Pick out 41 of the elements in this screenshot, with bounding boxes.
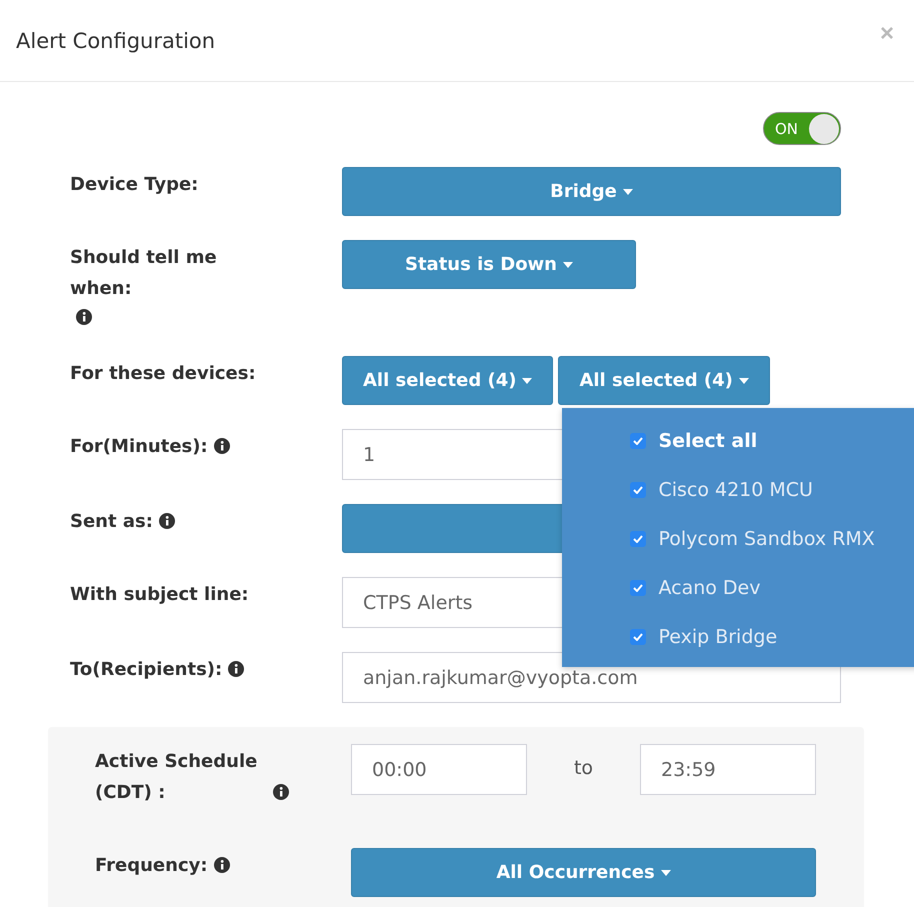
time-field[interactable]: 00:00 xyxy=(351,744,527,795)
info-icon xyxy=(273,784,289,800)
caret-icon xyxy=(563,262,573,268)
dropdown-button[interactable]: Status is Down xyxy=(342,240,636,289)
field-label: To(Recipients): xyxy=(70,659,222,680)
caret-icon xyxy=(522,378,532,384)
dialog-title: Alert Configuration xyxy=(16,28,216,52)
caret-icon xyxy=(660,870,671,876)
dropdown-button[interactable]: All selected (4) xyxy=(558,356,770,405)
menu-item[interactable]: Acano Dev xyxy=(562,563,914,612)
field-label: Device Type: xyxy=(70,174,198,195)
checkbox[interactable] xyxy=(630,432,646,448)
check-icon xyxy=(633,534,644,542)
range-separator: to xyxy=(572,756,594,778)
field-label: With subject line: xyxy=(70,584,249,605)
check-icon xyxy=(633,486,644,494)
close-button[interactable]: × xyxy=(880,20,894,48)
checkbox[interactable] xyxy=(630,580,646,596)
dropdown-button[interactable]: Bridge xyxy=(342,167,841,216)
check-icon xyxy=(633,436,644,444)
caret-icon xyxy=(622,188,633,194)
checkbox[interactable] xyxy=(630,530,646,546)
dropdown-button[interactable]: All Occurrences xyxy=(351,848,816,897)
menu-item[interactable]: Polycom Sandbox RMX xyxy=(562,514,914,563)
info-icon xyxy=(214,857,230,873)
time-field[interactable]: 23:59 xyxy=(640,744,816,795)
checkbox[interactable] xyxy=(630,482,646,498)
field-label: Active Schedule (CDT) : xyxy=(95,750,258,805)
menu-item[interactable]: Cisco 4210 MCU xyxy=(562,465,914,514)
check-icon xyxy=(633,632,644,640)
check-icon xyxy=(633,584,644,592)
dropdown-button[interactable]: All selected (4) xyxy=(342,356,554,405)
field-label: Should tell me when: xyxy=(70,247,217,299)
toggle-switch[interactable]: ON xyxy=(763,112,841,145)
field-label: For(Minutes): xyxy=(70,436,208,457)
field-label: Frequency: xyxy=(95,855,208,876)
caret-icon xyxy=(738,378,749,384)
checkbox[interactable] xyxy=(630,628,646,644)
field-label: Sent as: xyxy=(70,511,153,532)
field-label: For these devices: xyxy=(70,363,256,384)
menu-item[interactable]: Select all xyxy=(562,416,914,465)
